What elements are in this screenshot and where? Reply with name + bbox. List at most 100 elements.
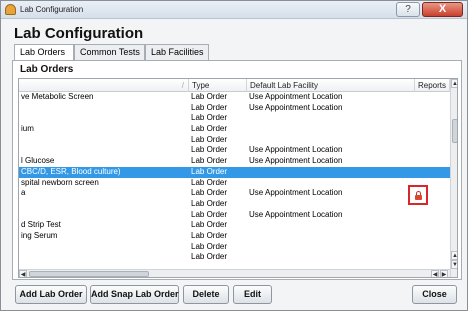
table-cell-reports xyxy=(415,210,450,221)
table-cell-type: Lab Order xyxy=(191,166,228,176)
table-row[interactable]: ing Serum Lab Order xyxy=(19,231,450,242)
table-cell-name: CBC/D, ESR, Blood culture) xyxy=(21,166,121,176)
table-cell-reports xyxy=(415,113,450,124)
table-cell-name: a xyxy=(21,188,26,198)
table-row[interactable]: CBC/D, ESR, Blood culture) Lab Order xyxy=(19,166,450,178)
table-row[interactable]: Lab Order Use Appointment Location xyxy=(19,103,450,114)
table-cell-reports xyxy=(415,167,450,178)
app-icon xyxy=(5,4,16,15)
table-cell-type: Lab Order xyxy=(191,156,228,166)
table-row[interactable]: l Glucose Lab Order Use Appointment Locati… xyxy=(19,156,450,167)
table-cell-name: d Strip Test xyxy=(21,220,61,230)
table-cell-facility: Use Appointment Location xyxy=(249,156,343,166)
tab-common-tests[interactable]: Common Tests xyxy=(74,44,145,61)
table-row[interactable]: a Lab Order Use Appointment Location xyxy=(19,188,450,199)
table-row[interactable]: Lab Order Use Appointment Location xyxy=(19,210,450,221)
table-cell-reports xyxy=(415,220,450,231)
scroll-up-arrow[interactable]: ▲ xyxy=(451,79,457,88)
edit-button[interactable]: Edit xyxy=(233,285,272,304)
scroll-right-arrow[interactable]: ▶ xyxy=(440,270,448,277)
page-title: Lab Configuration xyxy=(14,25,144,42)
lock-icon[interactable] xyxy=(415,191,422,200)
lab-orders-panel: Lab Orders / Type Default Lab Facility R… xyxy=(12,60,462,280)
scroll-left-arrow-right[interactable]: ◀ xyxy=(431,270,439,277)
table-cell-name: ve Metabolic Screen xyxy=(21,92,94,101)
table-cell-name xyxy=(19,210,189,221)
table-row[interactable]: spital newborn screen Lab Order xyxy=(19,178,450,189)
table-cell-facility xyxy=(247,220,415,231)
table-cell-type: Lab Order xyxy=(191,102,228,112)
table-row[interactable]: d Strip Test Lab Order xyxy=(19,220,450,231)
table-cell-facility: Use Appointment Location xyxy=(249,145,343,155)
table-cell-type: Lab Order xyxy=(191,241,228,251)
table-cell-reports xyxy=(415,124,450,135)
table-cell-reports xyxy=(415,231,450,242)
close-button[interactable]: Close xyxy=(412,285,457,304)
scroll-up-arrow-lower[interactable]: ▲ xyxy=(451,251,457,260)
report-lock-highlight[interactable] xyxy=(408,185,428,205)
table-cell-name xyxy=(19,252,189,263)
table-cell-reports xyxy=(415,156,450,167)
table-cell-name xyxy=(19,113,189,124)
table-cell-type: Lab Order xyxy=(191,124,228,134)
table-cell-reports xyxy=(415,242,450,253)
table-cell-name xyxy=(19,103,189,114)
horizontal-scroll-thumb[interactable] xyxy=(29,271,149,277)
table-row[interactable]: Lab Order xyxy=(19,252,450,263)
table-cell-type: Lab Order xyxy=(191,230,228,240)
tab-lab-facilities[interactable]: Lab Facilities xyxy=(145,44,209,61)
table-cell-facility xyxy=(247,242,415,253)
table-cell-type: Lab Order xyxy=(191,145,228,155)
window-close-button[interactable]: X xyxy=(422,2,463,17)
table-cell-facility xyxy=(247,124,415,135)
table-cell-type: Lab Order xyxy=(191,252,228,262)
table-cell-type: Lab Order xyxy=(191,177,228,187)
table-row[interactable]: Lab Order xyxy=(19,242,450,253)
lab-orders-table: / Type Default Lab Facility Reports ve M… xyxy=(18,78,458,278)
table-cell-name: spital newborn screen xyxy=(21,177,99,187)
table-cell-reports xyxy=(415,92,450,103)
table-cell-facility xyxy=(247,252,415,263)
lab-configuration-window: Lab Configuration ? X Lab Configuration … xyxy=(0,0,468,311)
table-row[interactable]: Lab Order xyxy=(19,113,450,124)
vertical-scroll-thumb[interactable] xyxy=(452,119,457,143)
column-header-default-lab-facility[interactable]: Default Lab Facility xyxy=(247,79,415,92)
column-header-type[interactable]: Type xyxy=(189,79,247,92)
table-cell-type: Lab Order xyxy=(191,209,228,219)
table-row[interactable]: ve Metabolic Screen Lab Order Use Appointm… xyxy=(19,92,450,103)
table-cell-name: ing Serum xyxy=(21,230,58,240)
table-row[interactable]: Lab Order Use Appointment Location xyxy=(19,145,450,156)
table-cell-name xyxy=(19,199,189,210)
table-cell-facility: Use Appointment Location xyxy=(249,92,343,101)
panel-title: Lab Orders xyxy=(20,64,74,75)
add-lab-order-button[interactable]: Add Lab Order xyxy=(15,285,87,304)
horizontal-scrollbar[interactable]: ◀ ◀ ▶ xyxy=(19,269,450,277)
table-row[interactable]: Lab Order xyxy=(19,199,450,210)
table-row[interactable]: Lab Order xyxy=(19,135,450,146)
column-header-reports[interactable]: Reports xyxy=(415,79,450,92)
table-cell-reports xyxy=(415,135,450,146)
delete-button[interactable]: Delete xyxy=(183,285,229,304)
table-cell-name xyxy=(19,145,189,156)
add-snap-lab-order-button[interactable]: Add Snap Lab Order xyxy=(90,285,179,304)
table-cell-reports xyxy=(415,145,450,156)
scroll-down-arrow[interactable]: ▼ xyxy=(451,260,457,269)
table-cell-facility xyxy=(247,135,415,146)
table-cell-type: Lab Order xyxy=(191,188,228,198)
table-cell-type: Lab Order xyxy=(191,220,228,230)
table-cell-facility: Use Appointment Location xyxy=(249,102,343,112)
scroll-left-arrow[interactable]: ◀ xyxy=(19,270,27,277)
help-button[interactable]: ? xyxy=(396,2,420,17)
table-cell-facility xyxy=(247,113,415,124)
table-header: / Type Default Lab Facility Reports xyxy=(19,79,457,92)
table-cell-type: Lab Order xyxy=(191,113,228,123)
table-cell-reports xyxy=(415,252,450,263)
table-body: ve Metabolic Screen Lab Order Use Appointm… xyxy=(19,92,450,263)
table-cell-facility: Use Appointment Location xyxy=(249,188,343,198)
title-bar[interactable]: Lab Configuration ? X xyxy=(1,1,467,19)
table-row[interactable]: ium Lab Order xyxy=(19,124,450,135)
column-header-name[interactable]: / xyxy=(19,79,189,92)
table-cell-name xyxy=(19,242,189,253)
vertical-scrollbar[interactable]: ▲ ▲ ▼ xyxy=(450,79,457,277)
sort-indicator: / xyxy=(181,81,184,90)
